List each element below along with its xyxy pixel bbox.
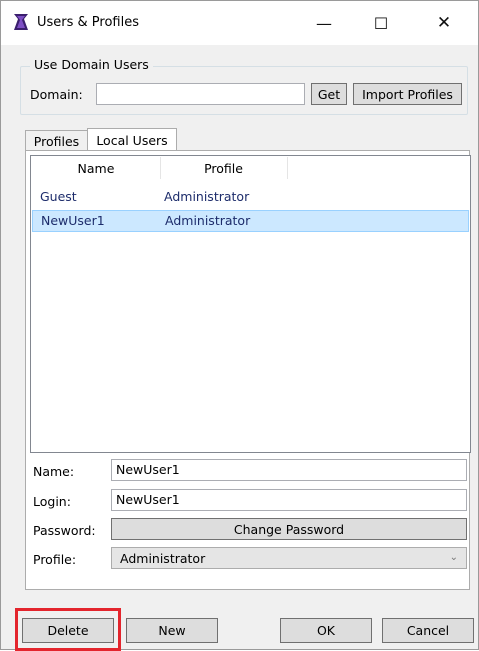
cancel-button[interactable]: Cancel [382,618,474,643]
column-header-profile[interactable]: Profile [160,157,288,179]
row-profile-cell: Administrator [164,189,250,204]
table-row-selected[interactable]: NewUser1 Administrator [32,210,469,232]
profile-dropdown-value: Administrator [120,550,206,566]
domain-group-legend: Use Domain Users [30,57,153,72]
profile-dropdown[interactable]: Administrator ⌄ [111,547,467,569]
change-password-button[interactable]: Change Password [111,518,467,540]
name-label: Name: [33,464,75,479]
profile-label: Profile: [33,552,77,567]
users-list[interactable]: Name Profile Guest Administrator NewUser… [30,155,471,453]
title-bar: Users & Profiles — ☐ ✕ [1,1,478,45]
column-header-name[interactable]: Name [32,157,161,179]
login-label: Login: [33,494,71,509]
row-name-cell: NewUser1 [41,213,105,228]
get-button[interactable]: Get [311,83,347,105]
chevron-down-icon: ⌄ [449,552,458,563]
tab-local-users[interactable]: Local Users [87,128,177,151]
users-profiles-window: Users & Profiles — ☐ ✕ Use Domain Users … [0,0,479,651]
row-name-cell: Guest [40,189,77,204]
minimize-button[interactable]: — [301,1,347,45]
domain-label: Domain: [30,87,83,102]
list-header: Name Profile [32,157,469,179]
app-logo-icon [14,14,28,30]
login-input[interactable]: NewUser1 [111,489,467,511]
close-button[interactable]: ✕ [421,1,467,45]
row-profile-cell: Administrator [165,213,251,228]
new-button[interactable]: New [126,618,218,643]
maximize-button[interactable]: ☐ [358,1,404,45]
import-profiles-button[interactable]: Import Profiles [353,83,462,105]
password-label: Password: [33,523,96,538]
tab-profiles[interactable]: Profiles [25,130,88,151]
domain-input[interactable] [96,83,305,105]
ok-button[interactable]: OK [280,618,372,643]
delete-highlight-box [15,608,121,651]
window-title: Users & Profiles [37,15,140,30]
name-input[interactable]: NewUser1 [111,459,467,481]
table-row[interactable]: Guest Administrator [32,186,469,208]
